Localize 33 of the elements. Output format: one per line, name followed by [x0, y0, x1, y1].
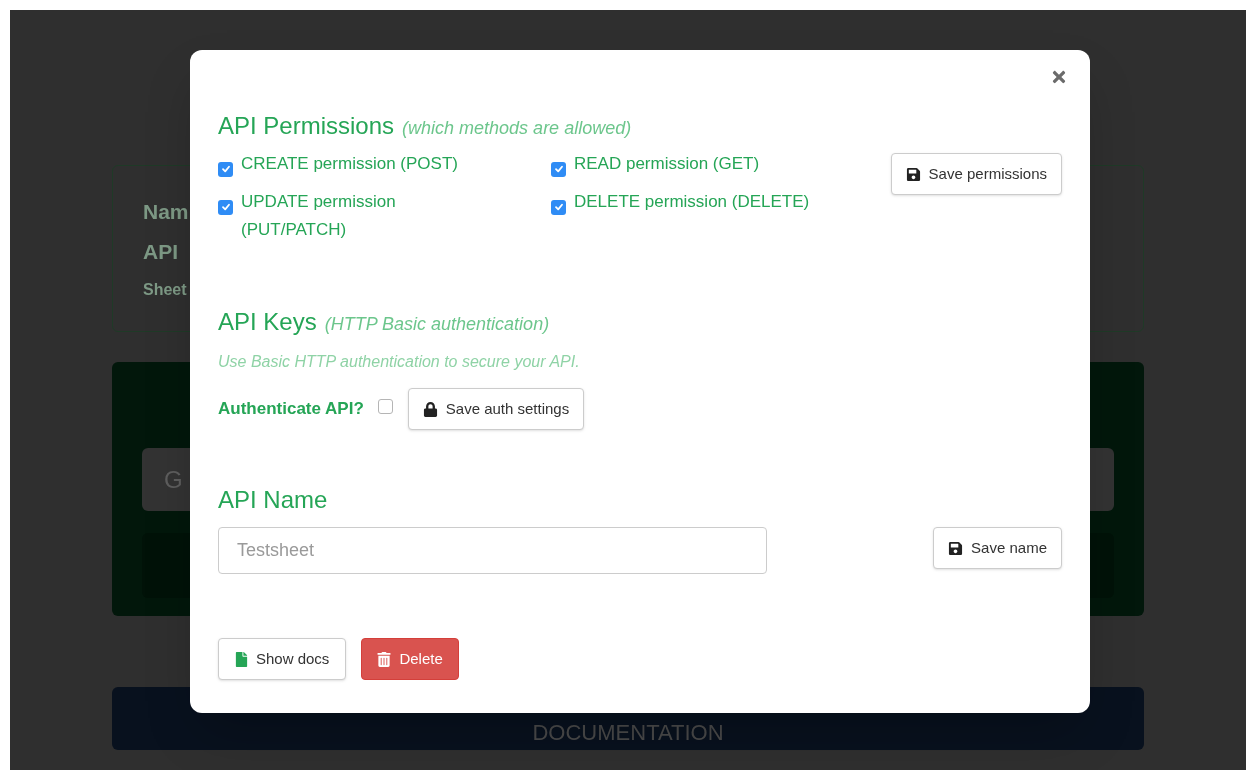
- permission-checkbox[interactable]: [551, 199, 566, 215]
- check-icon: [220, 164, 231, 174]
- section-title: API Keys: [218, 307, 317, 337]
- sheet-label: Sheet: [143, 280, 187, 300]
- section-title: API Name: [218, 485, 328, 515]
- file-icon: [235, 651, 248, 667]
- permission-checkbox[interactable]: [551, 161, 566, 177]
- authenticate-checkbox[interactable]: [377, 399, 393, 414]
- lock-icon: [422, 401, 438, 417]
- trash-icon: [377, 651, 392, 667]
- permission-label: DELETE permission (DELETE): [574, 191, 810, 213]
- api-name-field[interactable]: Testsheet: [218, 527, 767, 574]
- hint-text: Use Basic HTTP authentication to secure your API.: [218, 352, 580, 372]
- name-label: Nam: [143, 199, 189, 225]
- section-subtitle: (HTTP Basic authentication): [324, 313, 550, 336]
- save-permissions-button[interactable]: Save permissions: [890, 153, 1062, 195]
- check-icon: [553, 202, 564, 212]
- permission-label: READ permission (GET): [574, 153, 760, 175]
- save-name-button[interactable]: Save name: [933, 527, 1062, 569]
- check-icon: [220, 202, 231, 212]
- authenticate-label: Authenticate API?: [218, 398, 364, 421]
- section-subtitle: (which methods are allowed): [402, 117, 632, 140]
- show-docs-button[interactable]: Show docs: [218, 638, 347, 680]
- section-title: API Permissions: [218, 111, 395, 141]
- close-icon[interactable]: [1050, 68, 1068, 86]
- permission-checkbox[interactable]: [218, 199, 233, 215]
- delete-button[interactable]: Delete: [361, 638, 459, 680]
- check-icon: [553, 164, 564, 174]
- permission-label: UPDATE permission (PUT/PATCH): [241, 191, 397, 241]
- permission-checkbox[interactable]: [218, 161, 233, 177]
- api-label: API: [143, 239, 178, 265]
- save-auth-button[interactable]: Save auth settings: [407, 388, 585, 430]
- permission-label: CREATE permission (POST): [241, 153, 458, 175]
